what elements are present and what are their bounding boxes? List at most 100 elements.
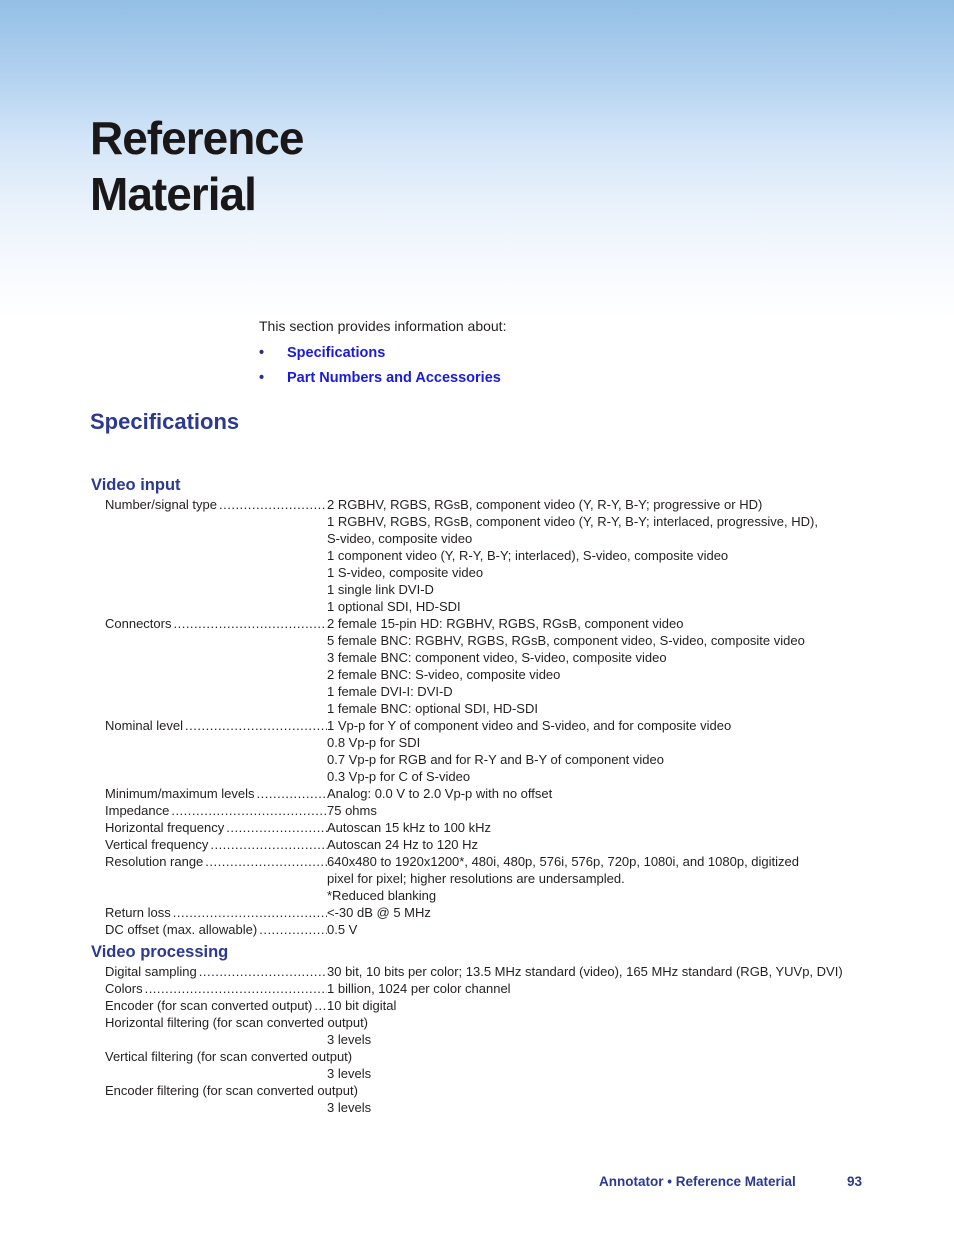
dot-leader (219, 496, 327, 615)
spec-values: 0.5 V (327, 921, 885, 938)
spec-label: Impedance (105, 802, 327, 819)
spec-values: 75 ohms (327, 802, 885, 819)
spec-label-text: Horizontal frequency (105, 820, 225, 835)
spec-row: Encoder filtering (for scan converted ou… (105, 1082, 885, 1116)
spec-row: Encoder (for scan converted output) 10 bi… (105, 997, 885, 1014)
section-toc: • Specifications • Part Numbers and Acce… (259, 343, 501, 393)
section-heading-specifications: Specifications (90, 409, 240, 434)
spec-label-text: Impedance (105, 803, 170, 818)
spec-value: 3 levels (327, 1032, 372, 1047)
dot-leader (199, 963, 327, 980)
page-title: Reference Material (90, 110, 304, 222)
dot-leader (314, 997, 327, 1014)
spec-value: <-30 dB @ 5 MHz (327, 905, 431, 920)
spec-value: 75 ohms (327, 803, 377, 818)
video-processing-rows: Digital sampling 30 bit, 10 bits per colo… (105, 963, 885, 1014)
spec-value: 3 levels (327, 1100, 372, 1115)
spec-values: 10 bit digital (327, 997, 885, 1014)
spec-value: S-video, composite video (327, 531, 473, 546)
spec-value: 1 female DVI-I: DVI-D (327, 684, 453, 699)
spec-values: 2 RGBHV, RGBS, RGsB, component video (Y,… (327, 496, 885, 615)
spec-value: 1 optional SDI, HD-SDI (327, 599, 461, 614)
spec-value: 2 RGBHV, RGBS, RGsB, component video (Y,… (327, 497, 763, 512)
spec-value: 1 RGBHV, RGBS, RGsB, component video (Y,… (327, 514, 818, 529)
bullet-icon: • (259, 345, 265, 361)
spec-value: 10 bit digital (327, 998, 397, 1013)
spec-value: 640x480 to 1920x1200*, 480i, 480p, 576i,… (327, 854, 800, 869)
dot-leader (145, 980, 327, 997)
spec-row: Vertical filtering (for scan converted o… (105, 1048, 885, 1082)
spec-value: 1 Vp-p for Y of component video and S-vi… (327, 718, 732, 733)
subheading-video-input: Video input (91, 476, 181, 494)
dot-leader (185, 717, 327, 785)
page-title-line-1: Reference (90, 112, 304, 164)
spec-value: 0.7 Vp-p for RGB and for R-Y and B-Y of … (327, 752, 664, 767)
spec-row: Colors 1 billion, 1024 per color channel (105, 980, 885, 997)
spec-row: Return loss <-30 dB @ 5 MHz (105, 904, 885, 921)
spec-row: DC offset (max. allowable) 0.5 V (105, 921, 885, 938)
spec-value: 1 billion, 1024 per color channel (327, 981, 511, 996)
spec-label-text: Number/signal type (105, 497, 217, 512)
spec-value: Analog: 0.0 V to 2.0 Vp-p with no offset (327, 786, 553, 801)
toc-item: • Part Numbers and Accessories (259, 368, 501, 393)
spec-row: Nominal level 1 Vp-p for Y of component v… (105, 717, 885, 785)
spec-label-text: Vertical frequency (105, 837, 209, 852)
spec-label-text: Nominal level (105, 718, 184, 733)
spec-label: Number/signal type (105, 496, 327, 615)
spec-values: Autoscan 15 kHz to 100 kHz (327, 819, 885, 836)
spec-value: 0.3 Vp-p for C of S-video (327, 769, 471, 784)
spec-row: Horizontal filtering (for scan converted… (105, 1014, 885, 1048)
spec-label: DC offset (max. allowable) (105, 921, 327, 938)
spec-row: Resolution range 640x480 to 1920x1200*, 4… (105, 853, 885, 904)
intro-text: This section provides information about: (259, 318, 507, 334)
spec-label-text: Encoder filtering (for scan converted ou… (105, 1083, 358, 1098)
spec-label: Encoder (for scan converted output) (105, 997, 327, 1014)
spec-label-text: Return loss (105, 905, 171, 920)
spec-label: Colors (105, 980, 327, 997)
spec-label: Minimum/maximum levels (105, 785, 327, 802)
page-number: 93 (847, 1174, 863, 1189)
spec-row: Horizontal frequency Autoscan 15 kHz to 1… (105, 819, 885, 836)
dot-leader (210, 836, 327, 853)
spec-value: 1 component video (Y, R-Y, B-Y; interlac… (327, 548, 729, 563)
subheading-video-processing: Video processing (91, 943, 229, 961)
spec-row: Connectors 2 female 15-pin HD: RGBHV, RGB… (105, 615, 885, 717)
spec-value: 0.5 V (327, 922, 358, 937)
bullet-icon: • (259, 370, 265, 386)
spec-label-text: Connectors (105, 616, 172, 631)
spec-values: <-30 dB @ 5 MHz (327, 904, 885, 921)
spec-row: Minimum/maximum levels Analog: 0.0 V to 2… (105, 785, 885, 802)
spec-values: 1 Vp-p for Y of component video and S-vi… (327, 717, 885, 785)
spec-values: Autoscan 24 Hz to 120 Hz (327, 836, 885, 853)
spec-label-text: Colors (105, 981, 143, 996)
spec-label: Connectors (105, 615, 327, 717)
spec-label-text: Minimum/maximum levels (105, 786, 255, 801)
spec-value: 0.8 Vp-p for SDI (327, 735, 421, 750)
toc-link-specifications[interactable]: Specifications (287, 343, 385, 368)
dot-leader (259, 921, 327, 938)
spec-value: 5 female BNC: RGBHV, RGBS, RGsB, compone… (327, 633, 805, 648)
video-processing-wide-rows: Horizontal filtering (for scan converted… (105, 1014, 885, 1116)
video-processing-specs: Digital sampling 30 bit, 10 bits per colo… (105, 963, 885, 1116)
spec-values: 1 billion, 1024 per color channel (327, 980, 885, 997)
spec-value: *Reduced blanking (327, 888, 437, 903)
spec-label-text: DC offset (max. allowable) (105, 922, 258, 937)
spec-label-text: Vertical filtering (for scan converted o… (105, 1049, 353, 1064)
spec-values: 640x480 to 1920x1200*, 480i, 480p, 576i,… (327, 853, 885, 904)
spec-label-text: Encoder (for scan converted output) (105, 998, 313, 1013)
dot-leader (205, 853, 327, 904)
spec-values: Analog: 0.0 V to 2.0 Vp-p with no offset (327, 785, 885, 802)
spec-label: Digital sampling (105, 963, 327, 980)
spec-row: Vertical frequency Autoscan 24 Hz to 120 … (105, 836, 885, 853)
spec-value: 1 S-video, composite video (327, 565, 484, 580)
page-footer: Annotator • Reference Material 93 (599, 1174, 862, 1189)
spec-value: 2 female BNC: S-video, composite video (327, 667, 561, 682)
footer-text: Annotator • Reference Material (599, 1174, 796, 1189)
spec-value: 30 bit, 10 bits per color; 13.5 MHz stan… (327, 964, 843, 979)
spec-value: Autoscan 15 kHz to 100 kHz (327, 820, 492, 835)
spec-label: Horizontal frequency (105, 819, 327, 836)
spec-label-text: Resolution range (105, 854, 204, 869)
spec-value: pixel for pixel; higher resolutions are … (327, 871, 625, 886)
spec-value: 3 female BNC: component video, S-video, … (327, 650, 667, 665)
toc-link-part-numbers[interactable]: Part Numbers and Accessories (287, 368, 501, 393)
